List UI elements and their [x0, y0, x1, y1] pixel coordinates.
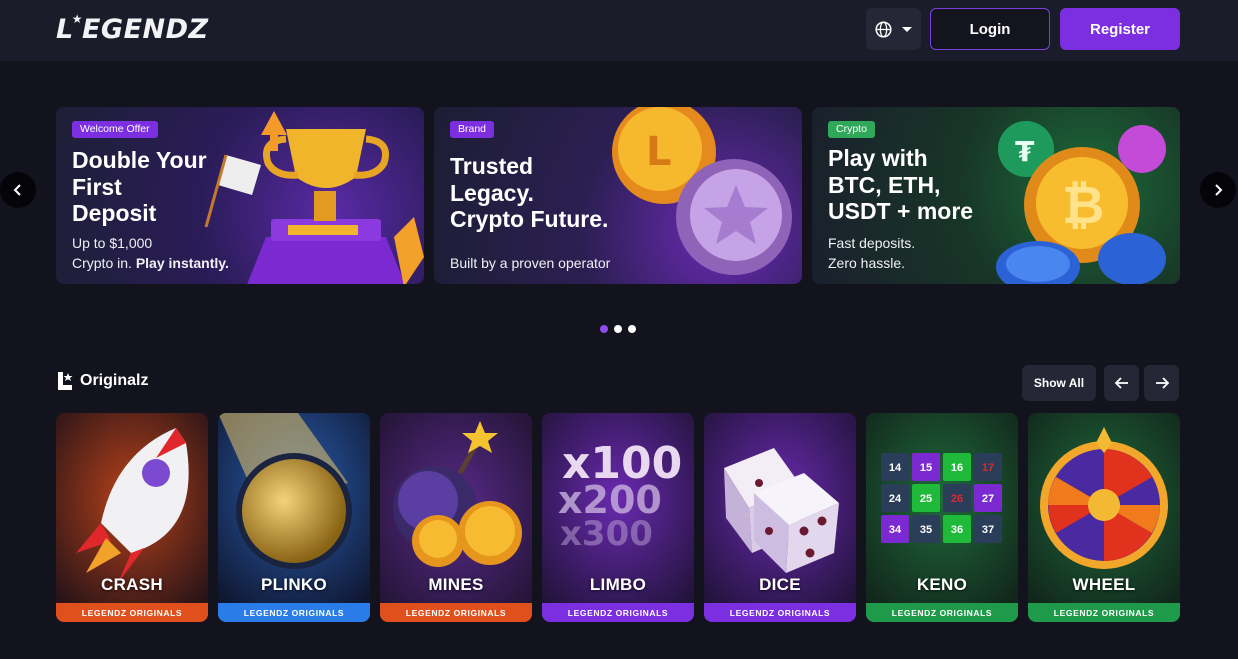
banner-tag: Brand: [450, 121, 495, 138]
game-card-dice[interactable]: DICE LEGENDZ ORIGINALS: [704, 413, 856, 622]
game-label-strip: LEGENDZ ORIGINALS: [866, 603, 1018, 622]
game-name: PLINKO: [260, 575, 328, 594]
register-button[interactable]: Register: [1060, 8, 1180, 50]
banner-tag: Crypto: [828, 121, 875, 138]
top-header: L ★ EGENDZ Login Register: [0, 0, 1238, 61]
banner-title: Double Your First Deposit: [72, 147, 207, 226]
keno-number: 25: [920, 493, 932, 505]
game-card-mines[interactable]: MINES LEGENDZ ORIGINALS: [380, 413, 532, 622]
globe-icon: [875, 20, 892, 38]
arrow-left-icon: [1114, 377, 1128, 389]
keno-number: 35: [920, 524, 932, 536]
banner-crypto[interactable]: ₮ ₿ Crypto Play with BTC, ETH, USDT + mo…: [812, 107, 1180, 284]
keno-number: 37: [982, 524, 994, 536]
login-button[interactable]: Login: [930, 8, 1050, 50]
banner-subtitle: Built by a proven operator: [450, 255, 611, 271]
game-label-strip: LEGENDZ ORIGINALS: [704, 603, 856, 622]
keno-number: 26: [951, 493, 963, 505]
carousel-dot[interactable]: [614, 325, 622, 333]
game-card-keno[interactable]: 14 15 16 17 24 25 26 27 34 35 36 37 KENO LEGENDZ OR…: [866, 413, 1018, 622]
banner-subtitle: Up to $1,000: [72, 235, 153, 251]
game-name: MINES: [428, 575, 484, 594]
banner-welcome-offer[interactable]: Welcome Offer Double Your First Deposit …: [56, 107, 424, 284]
keno-number: 16: [951, 462, 963, 474]
banner-subtitle-2: Zero hassle.: [828, 255, 906, 271]
game-name: DICE: [759, 575, 801, 594]
multiplier-text: x300: [560, 514, 653, 554]
game-card-plinko[interactable]: PLINKO LEGENDZ ORIGINALS: [218, 413, 370, 622]
game-card-wheel[interactable]: WHEEL LEGENDZ ORIGINALS: [1028, 413, 1180, 622]
banner-tag: Welcome Offer: [72, 121, 158, 138]
game-label-strip: LEGENDZ ORIGINALS: [56, 603, 208, 622]
game-name: WHEEL: [1072, 575, 1136, 594]
banner-title: Play with BTC, ETH, USDT + more: [828, 145, 974, 224]
chevron-right-icon: [1215, 184, 1223, 196]
carousel-prev-button[interactable]: [0, 172, 36, 208]
keno-number: 27: [982, 493, 994, 505]
game-label-strip: LEGENDZ ORIGINALS: [542, 603, 694, 622]
logo-text: EGENDZ: [81, 13, 209, 45]
legendz-mark-icon: [58, 372, 73, 390]
game-label-strip: LEGENDZ ORIGINALS: [218, 603, 370, 622]
show-all-button[interactable]: Show All: [1022, 365, 1096, 401]
carousel-dot[interactable]: [600, 325, 608, 333]
legendz-logo[interactable]: L ★ EGENDZ: [56, 12, 209, 45]
carousel-next-button[interactable]: [1200, 172, 1236, 208]
chevron-down-icon: [902, 26, 912, 32]
arrow-right-icon: [1155, 377, 1169, 389]
game-label-strip: LEGENDZ ORIGINALS: [1028, 603, 1180, 622]
keno-number: 34: [889, 524, 902, 536]
keno-number: 24: [889, 493, 902, 505]
game-name: CRASH: [101, 575, 163, 594]
keno-number: 15: [920, 462, 932, 474]
game-card-limbo[interactable]: x100 x200 x300 LIMBO LEGENDZ ORIGINALS: [542, 413, 694, 622]
banner-subtitle-plain: Crypto in.: [72, 255, 136, 271]
originalz-section-header: Originalz: [56, 371, 148, 391]
game-name: LIMBO: [589, 575, 647, 594]
keno-number: 36: [951, 524, 963, 536]
carousel-pagination: [600, 325, 636, 333]
game-name: KENO: [916, 575, 968, 594]
svg-text:L: L: [646, 129, 672, 175]
originals-next-button[interactable]: [1144, 365, 1179, 401]
section-title: Originalz: [80, 372, 149, 389]
keno-number: 14: [889, 462, 902, 474]
chevron-left-icon: [13, 184, 21, 196]
game-label-strip: LEGENDZ ORIGINALS: [380, 603, 532, 622]
banner-subtitle: Fast deposits.: [828, 235, 916, 251]
svg-text:₿: ₿: [1062, 176, 1104, 236]
svg-text:₮: ₮: [1015, 135, 1035, 168]
carousel-dot[interactable]: [628, 325, 636, 333]
banner-subtitle-2: Crypto in. Play instantly.: [72, 253, 229, 273]
keno-number: 17: [982, 462, 994, 474]
language-selector[interactable]: [866, 8, 921, 50]
game-card-crash[interactable]: CRASH LEGENDZ ORIGINALS: [56, 413, 208, 622]
banner-title: Trusted Legacy. Crypto Future.: [450, 153, 609, 232]
originals-prev-button[interactable]: [1104, 365, 1139, 401]
banner-subtitle-bold: Play instantly.: [135, 255, 229, 271]
banner-brand[interactable]: L Brand Trusted Legacy. Crypto Future. B…: [434, 107, 802, 284]
